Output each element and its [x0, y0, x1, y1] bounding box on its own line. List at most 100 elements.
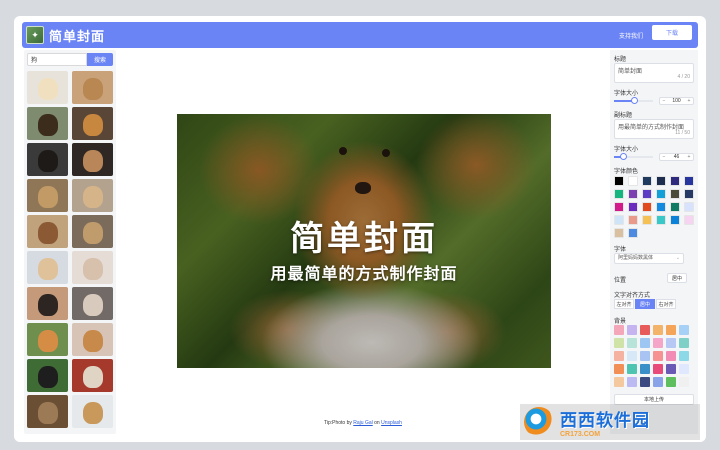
- subtitle-size-decrease[interactable]: −: [660, 154, 668, 160]
- support-us-link[interactable]: 支持我们: [619, 31, 643, 40]
- font-color-swatch[interactable]: [670, 176, 680, 186]
- image-thumbnail[interactable]: [72, 71, 113, 104]
- font-color-swatch[interactable]: [642, 215, 652, 225]
- background-swatch[interactable]: [614, 377, 624, 387]
- subtitle-size-slider-handle[interactable]: [619, 153, 627, 160]
- font-color-swatch[interactable]: [642, 189, 652, 199]
- font-color-swatch[interactable]: [684, 189, 694, 199]
- title-size-slider-handle[interactable]: [630, 97, 638, 104]
- font-color-swatch[interactable]: [670, 215, 680, 225]
- font-color-swatch[interactable]: [628, 215, 638, 225]
- background-swatch[interactable]: [666, 377, 676, 387]
- background-swatch[interactable]: [640, 364, 650, 374]
- subtitle-input[interactable]: 用最简单的方式制作封面 11 / 50: [614, 119, 694, 139]
- background-swatch[interactable]: [614, 325, 624, 335]
- font-color-swatch[interactable]: [684, 176, 694, 186]
- image-thumbnail[interactable]: [72, 251, 113, 284]
- subtitle-size-slider[interactable]: [614, 153, 653, 160]
- cover-canvas[interactable]: 简单封面 用最简单的方式制作封面: [177, 114, 551, 368]
- background-swatch[interactable]: [627, 364, 637, 374]
- font-color-swatch[interactable]: [628, 176, 638, 186]
- font-color-swatch[interactable]: [670, 202, 680, 212]
- background-swatch[interactable]: [640, 377, 650, 387]
- font-color-swatch[interactable]: [628, 228, 638, 238]
- font-color-swatch[interactable]: [684, 215, 694, 225]
- title-size-decrease[interactable]: −: [660, 98, 668, 104]
- font-color-swatch[interactable]: [614, 215, 624, 225]
- credit-author-link[interactable]: Raju Gal: [353, 420, 372, 426]
- image-thumbnail[interactable]: [72, 107, 113, 140]
- background-swatch[interactable]: [653, 377, 663, 387]
- background-swatch[interactable]: [640, 351, 650, 361]
- background-swatch[interactable]: [627, 351, 637, 361]
- image-thumbnail[interactable]: [27, 395, 68, 428]
- subtitle-size-increase[interactable]: +: [685, 154, 693, 160]
- font-color-swatch[interactable]: [642, 202, 652, 212]
- font-color-swatch[interactable]: [642, 176, 652, 186]
- image-thumbnail[interactable]: [72, 395, 113, 428]
- position-select[interactable]: 居中: [667, 273, 687, 283]
- title-size-increase[interactable]: +: [685, 98, 693, 104]
- font-color-swatch[interactable]: [614, 176, 624, 186]
- image-thumbnail[interactable]: [27, 107, 68, 140]
- image-thumbnail[interactable]: [27, 251, 68, 284]
- font-color-swatch[interactable]: [628, 202, 638, 212]
- background-swatch[interactable]: [614, 338, 624, 348]
- cover-title[interactable]: 简单封面: [177, 211, 551, 260]
- font-select[interactable]: 阿里妈妈数黑体 ⌄: [614, 253, 684, 264]
- image-thumbnail[interactable]: [72, 287, 113, 320]
- background-swatch[interactable]: [666, 338, 676, 348]
- background-swatch[interactable]: [679, 325, 689, 335]
- image-thumbnail[interactable]: [72, 359, 113, 392]
- font-color-swatch[interactable]: [670, 189, 680, 199]
- image-thumbnail[interactable]: [27, 359, 68, 392]
- font-color-swatch[interactable]: [656, 215, 666, 225]
- font-color-swatch[interactable]: [684, 202, 694, 212]
- text-align-option[interactable]: 右对齐: [656, 299, 676, 309]
- background-swatch[interactable]: [627, 325, 637, 335]
- credit-source-link[interactable]: Unsplash: [381, 420, 402, 426]
- font-color-swatch[interactable]: [614, 202, 624, 212]
- image-thumbnail[interactable]: [72, 179, 113, 212]
- cover-subtitle[interactable]: 用最简单的方式制作封面: [177, 260, 551, 284]
- search-input[interactable]: [27, 53, 87, 66]
- image-thumbnail[interactable]: [27, 71, 68, 104]
- font-color-swatch[interactable]: [614, 228, 624, 238]
- background-swatch[interactable]: [653, 338, 663, 348]
- background-swatch[interactable]: [666, 325, 676, 335]
- background-swatch[interactable]: [640, 325, 650, 335]
- background-swatch[interactable]: [666, 351, 676, 361]
- image-thumbnail[interactable]: [27, 215, 68, 248]
- background-swatch[interactable]: [640, 338, 650, 348]
- subtitle-size-value[interactable]: 46: [668, 154, 685, 160]
- background-swatch[interactable]: [679, 364, 689, 374]
- background-swatch[interactable]: [627, 338, 637, 348]
- background-swatch[interactable]: [653, 364, 663, 374]
- title-size-value[interactable]: 100: [668, 98, 685, 104]
- background-swatch[interactable]: [653, 351, 663, 361]
- image-thumbnail[interactable]: [27, 323, 68, 356]
- background-swatch[interactable]: [666, 364, 676, 374]
- background-swatch[interactable]: [679, 351, 689, 361]
- font-color-swatch[interactable]: [614, 189, 624, 199]
- image-thumbnail[interactable]: [72, 143, 113, 176]
- image-thumbnail[interactable]: [72, 215, 113, 248]
- font-color-swatch[interactable]: [656, 176, 666, 186]
- font-color-swatch[interactable]: [628, 189, 638, 199]
- background-swatch[interactable]: [679, 377, 689, 387]
- image-thumbnail[interactable]: [72, 323, 113, 356]
- background-swatch[interactable]: [614, 364, 624, 374]
- background-swatch[interactable]: [679, 338, 689, 348]
- title-input[interactable]: 简单封面 4 / 20: [614, 63, 694, 83]
- font-color-swatch[interactable]: [656, 189, 666, 199]
- image-thumbnail[interactable]: [27, 287, 68, 320]
- title-size-slider[interactable]: [614, 97, 653, 104]
- image-thumbnail[interactable]: [27, 179, 68, 212]
- search-button[interactable]: 搜索: [87, 53, 113, 66]
- text-align-option[interactable]: 左对齐: [614, 299, 634, 309]
- download-button[interactable]: 下载: [652, 25, 692, 40]
- background-swatch[interactable]: [627, 377, 637, 387]
- text-align-option[interactable]: 居中: [635, 299, 655, 309]
- font-color-swatch[interactable]: [656, 202, 666, 212]
- background-swatch[interactable]: [614, 351, 624, 361]
